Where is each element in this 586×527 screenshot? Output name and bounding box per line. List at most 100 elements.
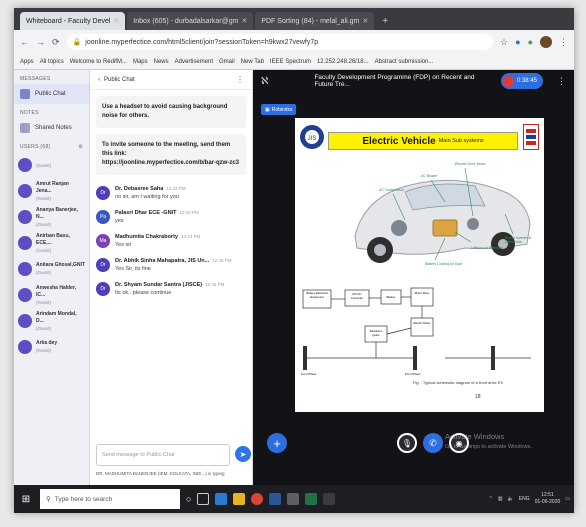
windows-start-icon[interactable]: ⊞	[18, 494, 34, 505]
user-item[interactable]: Amrut Ranjan Jena... (Guest)	[14, 178, 89, 204]
notifications-icon[interactable]: ▭	[565, 496, 570, 502]
menu-icon[interactable]: ⋮	[559, 37, 568, 48]
browser-tab-whiteboard[interactable]: Whiteboard - Faculty Devel ✕	[20, 12, 126, 30]
block-label: Reduction gears	[369, 329, 383, 337]
bookmark-item[interactable]: Maps	[133, 59, 148, 65]
recording-button[interactable]: 0:38:45	[500, 73, 543, 89]
file-explorer-icon[interactable]	[233, 493, 246, 505]
bookmark-item[interactable]: News	[154, 59, 169, 65]
corner-logo	[523, 124, 539, 150]
car-label: Battery Cooling Air Duct	[425, 262, 463, 266]
user-name: Anitara Ghosal,GNIT (Guest)	[36, 262, 85, 275]
user-name: Ananya Banerjee, N... (Guest)	[36, 206, 78, 227]
bookmark-item[interactable]: 12.252.248.26/18...	[317, 59, 369, 65]
clock-date: 01-06-2020	[534, 499, 561, 505]
public-chat-nav[interactable]: Public Chat	[14, 84, 89, 104]
message-text: Its ok.. please continue	[115, 290, 172, 296]
user-name: (Guest)	[36, 162, 52, 168]
chat-message: Ma Madhumita Chakraborty 12:44 PM Yes sir	[90, 229, 252, 253]
browser-tab-pdf[interactable]: PDF Sorting (84) - melal_ali.gm ✕	[255, 12, 375, 30]
user-item[interactable]: Ananya Banerjee, N... (Guest)	[14, 204, 89, 230]
screenshot-frame: Whiteboard - Faculty Devel ✕ Inbox (605) …	[14, 8, 574, 513]
settings-icon[interactable]: ⚙	[78, 144, 83, 150]
user-item[interactable]: Anirban Basu, ECE,... (Guest)	[14, 230, 89, 256]
user-menu-icon[interactable]: ℵ	[261, 76, 268, 87]
mute-button[interactable]: 🎙	[397, 433, 417, 453]
phone-button[interactable]: ✆	[423, 433, 443, 453]
chevron-up-icon[interactable]: ⌃	[489, 496, 493, 502]
avatar	[18, 288, 32, 302]
address-bar-row: ← → ⟳ 🔒 joonline.myperfectice.com/html5c…	[14, 30, 574, 54]
more-options-icon[interactable]: ⋮	[236, 75, 244, 84]
app-icon[interactable]	[323, 493, 336, 505]
bookmark-item[interactable]: New Tab	[241, 59, 264, 65]
user-item[interactable]: Anwesha Halder, IC... (Guest)	[14, 282, 89, 308]
user-item[interactable]: Anitara Ghosal,GNIT (Guest)	[14, 256, 89, 282]
avatar	[18, 210, 32, 224]
phone-icon: ✆	[429, 437, 437, 448]
avatar: Ma	[96, 234, 110, 248]
avatar	[18, 340, 32, 354]
word-icon[interactable]	[269, 493, 282, 505]
url-text: joonline.myperfectice.com/html5client/jo…	[85, 38, 319, 46]
institute-logo: JIS	[300, 125, 324, 149]
app-icon[interactable]	[287, 493, 300, 505]
star-icon[interactable]: ☆	[500, 37, 508, 48]
extension-icon[interactable]: ●	[528, 37, 533, 47]
forward-icon[interactable]: →	[36, 37, 45, 47]
bookmark-item[interactable]: All topics	[40, 59, 64, 65]
task-view-icon[interactable]	[197, 493, 210, 505]
bookmark-item[interactable]: IEEE Spectrum	[270, 59, 311, 65]
more-options-icon[interactable]: ⋮	[557, 76, 566, 87]
block-label: DC-DC Converter	[350, 292, 364, 300]
public-chat-label: Public Chat	[35, 91, 66, 97]
presenter-name: Robindra	[271, 106, 293, 113]
avatar	[18, 236, 32, 250]
url-field[interactable]: 🔒 joonline.myperfectice.com/html5client/…	[66, 34, 494, 50]
send-button[interactable]: ➤	[235, 446, 251, 462]
chrome-icon[interactable]	[251, 493, 264, 505]
tab-label: PDF Sorting (84) - melal_ali.gm	[261, 17, 360, 25]
actions-button[interactable]: +	[267, 433, 287, 453]
excel-icon[interactable]	[305, 493, 318, 505]
bookmark-item[interactable]: Gmail	[219, 59, 235, 65]
taskbar-search[interactable]: ⚲ Type here to search	[40, 489, 180, 509]
edge-icon[interactable]	[215, 493, 228, 505]
search-icon: ⚲	[46, 496, 51, 503]
send-icon: ➤	[239, 449, 247, 459]
avatar: Dr	[96, 282, 110, 296]
close-icon[interactable]: ✕	[241, 17, 247, 25]
close-icon[interactable]: ✕	[362, 17, 368, 25]
microphone-icon: 🎙	[401, 438, 413, 448]
reload-icon[interactable]: ⟳	[52, 37, 60, 48]
user-item[interactable]: Arindam Mondal, D... (Guest)	[14, 308, 89, 334]
user-item[interactable]: Arka dey (Guest)	[14, 334, 89, 360]
shared-notes-nav[interactable]: Shared Notes	[14, 118, 89, 138]
activate-windows-watermark: Activate Windows Go to Settings to activ…	[445, 432, 532, 452]
slide-caption: Fig. : Typical schematic diagram of a fr…	[413, 380, 504, 385]
new-tab-button[interactable]: +	[376, 12, 394, 30]
bookmark-item[interactable]: Abstract submission...	[375, 59, 434, 65]
bookmark-item[interactable]: Welcome to RedifM...	[70, 59, 127, 65]
block-label: Battery Electrical Equipment	[306, 291, 328, 299]
back-icon[interactable]: ←	[20, 37, 29, 47]
user-name: Arka dey (Guest)	[36, 340, 58, 353]
user-item[interactable]: (Guest)	[14, 152, 89, 178]
user-name: Arindam Mondal, D... (Guest)	[36, 310, 77, 331]
volume-icon[interactable]: 🔈	[508, 496, 514, 502]
browser-tab-inbox[interactable]: Inbox (605) - durbadalsarkar@gm ✕	[127, 12, 254, 30]
windows-taskbar: ⊞ ⚲ Type here to search ○ ⌃ ▥ 🔈 ENG 12:51…	[14, 485, 574, 513]
chat-message-input[interactable]: Send message to Public Chat	[96, 444, 230, 466]
clock[interactable]: 12:51 01-06-2020	[535, 492, 561, 506]
chevron-left-icon[interactable]: ‹	[98, 77, 100, 83]
user-name: Anirban Basu, ECE,... (Guest)	[36, 232, 70, 253]
profile-avatar[interactable]	[540, 36, 552, 48]
bookmark-apps[interactable]: Apps	[20, 59, 34, 65]
close-icon[interactable]: ✕	[113, 17, 119, 25]
search-placeholder: Type here to search	[54, 495, 113, 503]
bookmark-item[interactable]: Advertisement	[175, 59, 213, 65]
network-icon[interactable]: ▥	[498, 496, 503, 502]
language-indicator[interactable]: ENG	[519, 496, 530, 502]
extension-icon[interactable]: ●	[515, 37, 520, 47]
cortana-icon[interactable]: ○	[186, 494, 191, 504]
